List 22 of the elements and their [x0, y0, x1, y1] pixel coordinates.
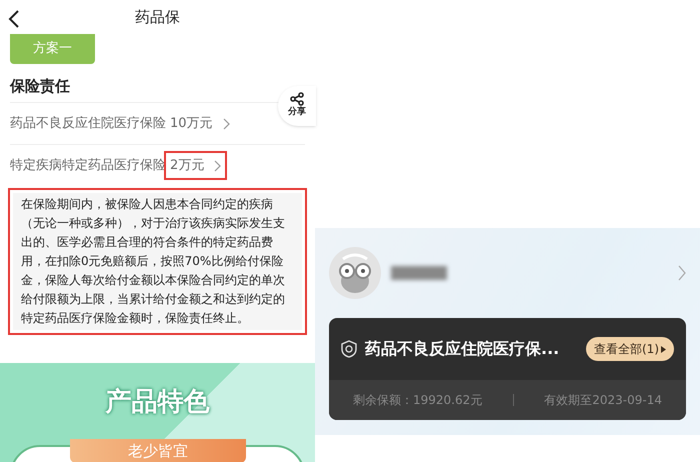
policy-card[interactable]: 药品不良反应住院医疗保... 查看全部(1) 剩余保额：19920.62元 有效期至2023-09-14	[329, 318, 686, 420]
shield-icon	[341, 340, 357, 358]
remaining-amount: 剩余保额：19920.62元	[353, 392, 482, 409]
banner-title: 产品特色	[106, 386, 210, 420]
view-all-button[interactable]: 查看全部(1)	[586, 337, 674, 361]
coverage-amount[interactable]: 2万元	[164, 150, 228, 180]
chevron-icon	[214, 160, 222, 172]
back-icon[interactable]	[8, 10, 20, 28]
section-title: 保险责任	[10, 77, 70, 96]
share-icon	[290, 92, 304, 106]
coverage-amount[interactable]: 10万元	[170, 114, 230, 134]
valid-until: 有效期至2023-09-14	[544, 392, 662, 409]
blurred-name	[391, 266, 447, 280]
page-title: 药品保	[135, 6, 180, 28]
triangle-icon	[661, 346, 666, 352]
policy-title: 药品不良反应住院医疗保...	[365, 338, 560, 360]
chevron-icon	[222, 118, 230, 130]
feature-tag: 老少皆宜	[70, 439, 246, 462]
share-button[interactable]: 分享	[278, 86, 316, 126]
owl-avatar-icon	[329, 247, 381, 299]
coverage-name: 药品不良反应住院医疗保险	[10, 114, 166, 133]
coverage-description: 在保险期间内，被保险人因患本合同约定的疾病（无论一种或多种），对于治疗该疾病实际发生支出的、医学必需且合理的符合条件的特定药品费用，在扣除0元免赔额后，按照70%比例给付保险金，保险人每次给付金额以本保险合同约定的单次给付限额为上限，当累计给付金额之和达到约定的特定药品医疗保险金额时，保险责任终止。	[13, 193, 302, 330]
